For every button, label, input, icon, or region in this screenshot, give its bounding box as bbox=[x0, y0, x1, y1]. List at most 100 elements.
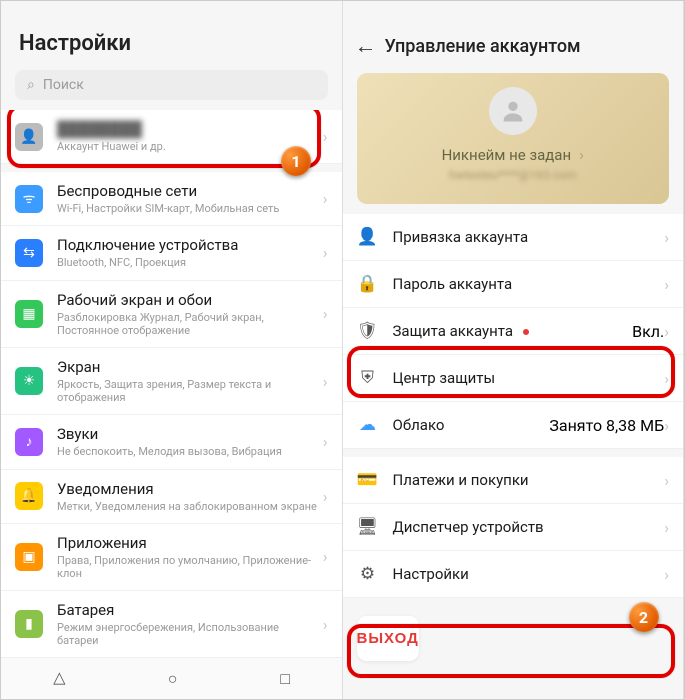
row-sub: Метки, Уведомления на заблокированном эк… bbox=[57, 500, 323, 513]
row-device-connect[interactable]: ⇆ Подключение устройства Bluetooth, NFC,… bbox=[1, 226, 342, 280]
row-title: Привязка аккаунта bbox=[393, 228, 665, 246]
nav-back-icon[interactable]: ▷ bbox=[49, 672, 68, 684]
row-title: Облако bbox=[393, 416, 550, 434]
search-placeholder: Поиск bbox=[43, 77, 84, 93]
battery-icon: ▮ bbox=[15, 610, 43, 638]
chevron-right-icon: › bbox=[323, 547, 328, 566]
row-sub: Яркость, Защита зрения, Размер текста и … bbox=[57, 378, 323, 404]
chevron-right-icon: › bbox=[323, 304, 328, 323]
row-battery[interactable]: ▮ Батарея Режим энергосбережения, Исполь… bbox=[1, 591, 342, 657]
row-value: Занято 8,38 МБ bbox=[549, 416, 664, 435]
row-security-center[interactable]: ⛨ Центр защиты › bbox=[343, 355, 684, 402]
lock-icon: 🔒 bbox=[357, 274, 379, 294]
search-icon: ⌕ bbox=[27, 77, 35, 93]
account-name: ████████ bbox=[57, 120, 323, 138]
profile-card[interactable]: Никнейм не задан › hwtesteu****@163.com bbox=[357, 73, 670, 204]
row-account[interactable]: 👤 ████████ Аккаунт Huawei и др. › bbox=[1, 110, 342, 164]
header: ← Управление аккаунтом bbox=[343, 21, 684, 67]
chevron-right-icon: › bbox=[664, 471, 669, 490]
nickname: Никнейм не задан › bbox=[371, 145, 656, 164]
display-icon: ☀ bbox=[15, 367, 43, 395]
row-sub: Bluetooth, NFC, Проекция bbox=[57, 256, 323, 269]
page-title: Управление аккаунтом bbox=[385, 36, 581, 57]
row-display[interactable]: ☀ Экран Яркость, Защита зрения, Размер т… bbox=[1, 348, 342, 415]
chevron-right-icon: › bbox=[323, 615, 328, 634]
settings-list: 👤 ████████ Аккаунт Huawei и др. › ᯤ Бесп… bbox=[1, 110, 342, 657]
row-title: Батарея bbox=[57, 601, 323, 619]
row-wireless[interactable]: ᯤ Беспроводные сети Wi-Fi, Настройки SIM… bbox=[1, 172, 342, 226]
row-device-manager[interactable]: 🖥 Диспетчер устройств › bbox=[343, 504, 684, 551]
row-account-protect[interactable]: 🛡 Защита аккаунта Вкл. › bbox=[343, 308, 684, 355]
chevron-right-icon: › bbox=[323, 487, 328, 506]
sound-icon: ♪ bbox=[15, 428, 43, 456]
row-title: Рабочий экран и обои bbox=[57, 291, 323, 309]
red-dot-badge bbox=[523, 329, 529, 335]
row-title-text: Защита аккаунта bbox=[393, 322, 514, 340]
devices-icon: 🖥 bbox=[357, 517, 379, 537]
row-password[interactable]: 🔒 Пароль аккаунта › bbox=[343, 261, 684, 308]
chevron-right-icon: › bbox=[664, 565, 669, 584]
settings-screen: Настройки ⌕ Поиск 👤 ████████ Аккаунт Hua… bbox=[1, 1, 343, 699]
chevron-right-icon: › bbox=[664, 275, 669, 294]
avatar bbox=[489, 87, 537, 135]
chevron-right-icon: › bbox=[664, 518, 669, 537]
row-title: Центр защиты bbox=[393, 369, 665, 387]
row-home-wallpaper[interactable]: ▦ Рабочий экран и обои Разблокировка Жур… bbox=[1, 281, 342, 348]
page-title: Настройки bbox=[1, 21, 342, 64]
row-title: Защита аккаунта bbox=[393, 322, 633, 340]
account-mgmt-screen: ← Управление аккаунтом Никнейм не задан … bbox=[343, 1, 685, 699]
statusbar bbox=[343, 1, 684, 21]
bell-icon: 🔔 bbox=[15, 482, 43, 510]
row-apps[interactable]: ▣ Приложения Права, Приложения по умолча… bbox=[1, 524, 342, 591]
apps-icon: ▣ bbox=[15, 543, 43, 571]
logout-button[interactable]: ВЫХОД bbox=[357, 616, 419, 661]
account-email: hwtesteu****@163.com bbox=[371, 168, 656, 182]
row-link-account[interactable]: 👤 Привязка аккаунта › bbox=[343, 214, 684, 261]
row-notifications[interactable]: 🔔 Уведомления Метки, Уведомления на забл… bbox=[1, 470, 342, 524]
search-input[interactable]: ⌕ Поиск bbox=[15, 70, 328, 100]
chevron-right-icon: › bbox=[323, 243, 328, 262]
row-payments[interactable]: 💳 Платежи и покупки › bbox=[343, 457, 684, 504]
chevron-right-icon: › bbox=[323, 127, 328, 146]
row-title: Подключение устройства bbox=[57, 236, 323, 254]
chevron-right-icon: › bbox=[664, 322, 669, 341]
row-sub: Разблокировка Журнал, Рабочий экран, Пос… bbox=[57, 311, 323, 337]
shield-user-icon: 🛡 bbox=[357, 321, 379, 341]
chevron-right-icon: › bbox=[664, 228, 669, 247]
chevron-right-icon: › bbox=[323, 189, 328, 208]
row-cloud[interactable]: ☁ Облако Занято 8,38 МБ › bbox=[343, 402, 684, 449]
chevron-right-icon: › bbox=[323, 372, 328, 391]
avatar-icon: 👤 bbox=[15, 123, 43, 151]
row-settings[interactable]: ⚙ Настройки › bbox=[343, 551, 684, 598]
row-title: Уведомления bbox=[57, 480, 323, 498]
row-title: Настройки bbox=[393, 565, 665, 583]
account-sub: Аккаунт Huawei и др. bbox=[57, 140, 323, 153]
shield-icon: ⛨ bbox=[357, 368, 379, 388]
wallpaper-icon: ▦ bbox=[15, 300, 43, 328]
row-value: Вкл. bbox=[632, 322, 664, 341]
nickname-text: Никнейм не задан bbox=[442, 146, 572, 164]
row-title: Пароль аккаунта bbox=[393, 275, 665, 293]
gear-icon: ⚙ bbox=[357, 564, 379, 584]
account-list: 👤 Привязка аккаунта › 🔒 Пароль аккаунта … bbox=[343, 214, 684, 699]
chevron-right-icon: › bbox=[323, 432, 328, 451]
wifi-icon: ᯤ bbox=[15, 185, 43, 213]
row-title: Приложения bbox=[57, 534, 323, 552]
cloud-icon: ☁ bbox=[357, 415, 379, 435]
row-title: Беспроводные сети bbox=[57, 182, 323, 200]
chevron-right-icon: › bbox=[664, 416, 669, 435]
bluetooth-icon: ⇆ bbox=[15, 239, 43, 267]
row-title: Платежи и покупки bbox=[393, 471, 665, 489]
nav-recents-icon[interactable]: □ bbox=[280, 669, 290, 689]
callout-2: 2 bbox=[629, 602, 659, 632]
row-sub: Wi-Fi, Настройки SIM-карт, Мобильная сет… bbox=[57, 202, 323, 215]
row-sounds[interactable]: ♪ Звуки Не беспокоить, Мелодия вызова, В… bbox=[1, 415, 342, 469]
row-sub: Не беспокоить, Мелодия вызова, Вибрация bbox=[57, 445, 323, 458]
row-sub: Права, Приложения по умолчанию, Приложен… bbox=[57, 554, 323, 580]
nav-home-icon[interactable]: ○ bbox=[168, 669, 178, 689]
row-title: Звуки bbox=[57, 425, 323, 443]
user-link-icon: 👤 bbox=[357, 227, 379, 247]
row-sub: Режим энергосбережения, Использование ба… bbox=[57, 621, 323, 647]
back-arrow-icon[interactable]: ← bbox=[355, 33, 385, 59]
chevron-right-icon: › bbox=[664, 369, 669, 388]
